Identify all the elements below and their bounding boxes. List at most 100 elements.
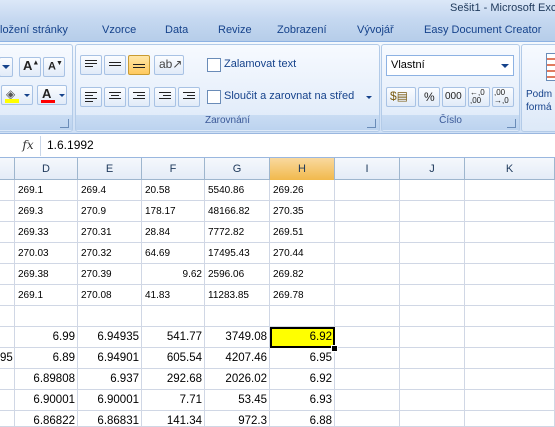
cell[interactable]: 6.90001 <box>15 390 78 411</box>
align-top-button[interactable] <box>80 55 102 75</box>
fill-handle[interactable] <box>331 345 338 352</box>
cell[interactable] <box>335 243 400 264</box>
merge-center-button[interactable]: Sloučit a zarovnat na střed <box>205 87 375 107</box>
dialog-launcher-icon[interactable] <box>367 119 376 128</box>
cell[interactable] <box>335 369 400 390</box>
column-header-c[interactable] <box>0 158 15 180</box>
cell[interactable] <box>0 243 15 264</box>
column-header-e[interactable]: E <box>78 158 142 180</box>
cell[interactable]: 270.9 <box>78 201 142 222</box>
thousands-separator-button[interactable]: 000 <box>442 87 466 107</box>
cell[interactable]: 20.58 <box>142 180 205 201</box>
insert-function-icon[interactable]: fx <box>16 138 40 154</box>
cell[interactable]: 541.77 <box>142 327 205 348</box>
cell[interactable] <box>400 327 465 348</box>
column-header-d[interactable]: D <box>15 158 78 180</box>
cell[interactable] <box>335 285 400 306</box>
cell[interactable] <box>78 306 142 327</box>
align-middle-button[interactable] <box>104 55 126 75</box>
cell[interactable] <box>400 243 465 264</box>
cell[interactable] <box>465 264 555 285</box>
cell[interactable] <box>400 222 465 243</box>
cell[interactable]: 605.54 <box>142 348 205 369</box>
cell[interactable]: 269.3 <box>15 201 78 222</box>
cell[interactable]: 2596.06 <box>205 264 270 285</box>
cell[interactable]: 2026.02 <box>205 369 270 390</box>
cell[interactable] <box>465 306 555 327</box>
column-header-j[interactable]: J <box>400 158 465 180</box>
conditional-formatting-button[interactable]: Podm formá <box>526 49 555 119</box>
cell[interactable] <box>0 306 15 327</box>
cell[interactable]: 141.34 <box>142 411 205 427</box>
cell[interactable]: 6.94935 <box>78 327 142 348</box>
cell[interactable]: 269.78 <box>270 285 335 306</box>
cell[interactable] <box>465 285 555 306</box>
worksheet-grid[interactable]: 269.1 269.4 20.58 5540.86 269.26 269.3 270.9 17… <box>0 180 555 427</box>
column-header-h[interactable]: H <box>270 158 335 180</box>
cell[interactable]: 270.35 <box>270 201 335 222</box>
cell[interactable]: 6.89 <box>15 348 78 369</box>
cell[interactable] <box>465 243 555 264</box>
cell[interactable] <box>0 264 15 285</box>
cell[interactable] <box>400 369 465 390</box>
cell[interactable]: 6.90001 <box>78 390 142 411</box>
cell[interactable] <box>142 306 205 327</box>
decrease-font-button[interactable]: A▼ <box>43 57 65 77</box>
cell[interactable]: 3749.08 <box>205 327 270 348</box>
tab-easy-document-creator[interactable]: Easy Document Creator <box>424 24 541 36</box>
cell[interactable] <box>400 348 465 369</box>
decrease-indent-button[interactable] <box>154 87 176 107</box>
align-bottom-button[interactable] <box>128 55 150 75</box>
fill-color-button[interactable]: ◈ <box>1 85 33 105</box>
font-size-dropdown[interactable] <box>0 57 13 77</box>
cell[interactable]: 6.89808 <box>15 369 78 390</box>
tab-developer[interactable]: Vývojář <box>357 24 394 36</box>
cell[interactable]: 7772.82 <box>205 222 270 243</box>
increase-indent-button[interactable] <box>178 87 200 107</box>
cell[interactable] <box>15 306 78 327</box>
cell[interactable] <box>400 201 465 222</box>
cell[interactable] <box>335 180 400 201</box>
cell[interactable]: 7.71 <box>142 390 205 411</box>
align-right-button[interactable] <box>128 87 150 107</box>
active-cell[interactable]: 6.92 <box>270 327 335 348</box>
cell[interactable] <box>400 390 465 411</box>
cell[interactable]: 11283.85 <box>205 285 270 306</box>
cell[interactable] <box>270 306 335 327</box>
column-header-i[interactable]: I <box>335 158 400 180</box>
cell[interactable] <box>465 411 555 427</box>
column-header-f[interactable]: F <box>142 158 205 180</box>
cell[interactable] <box>465 327 555 348</box>
align-center-button[interactable] <box>104 87 126 107</box>
font-color-button[interactable]: A <box>37 85 67 105</box>
cell[interactable]: 95 <box>0 348 15 369</box>
cell[interactable] <box>0 327 15 348</box>
wrap-text-button[interactable]: Zalamovat text <box>205 55 325 75</box>
increase-decimal-button[interactable]: ←,0,00 <box>468 87 490 107</box>
cell[interactable] <box>400 411 465 427</box>
cell[interactable] <box>0 201 15 222</box>
cell[interactable]: 292.68 <box>142 369 205 390</box>
tab-data[interactable]: Data <box>165 24 188 36</box>
cell[interactable]: 972.3 <box>205 411 270 427</box>
cell[interactable] <box>205 306 270 327</box>
cell[interactable] <box>335 306 400 327</box>
cell[interactable]: 6.937 <box>78 369 142 390</box>
cell[interactable] <box>465 369 555 390</box>
cell[interactable]: 6.86831 <box>78 411 142 427</box>
cell[interactable]: 53.45 <box>205 390 270 411</box>
cell[interactable] <box>335 264 400 285</box>
decrease-decimal-button[interactable]: ,00 →,0 <box>492 87 514 107</box>
cell[interactable] <box>335 411 400 427</box>
cell[interactable] <box>400 264 465 285</box>
cell[interactable] <box>465 348 555 369</box>
cell[interactable]: 5540.86 <box>205 180 270 201</box>
cell[interactable] <box>465 390 555 411</box>
cell[interactable]: 4207.46 <box>205 348 270 369</box>
cell[interactable]: 48166.82 <box>205 201 270 222</box>
cell[interactable] <box>0 369 15 390</box>
cell[interactable]: 270.03 <box>15 243 78 264</box>
cell[interactable] <box>465 222 555 243</box>
cell[interactable] <box>400 285 465 306</box>
cell[interactable] <box>0 180 15 201</box>
